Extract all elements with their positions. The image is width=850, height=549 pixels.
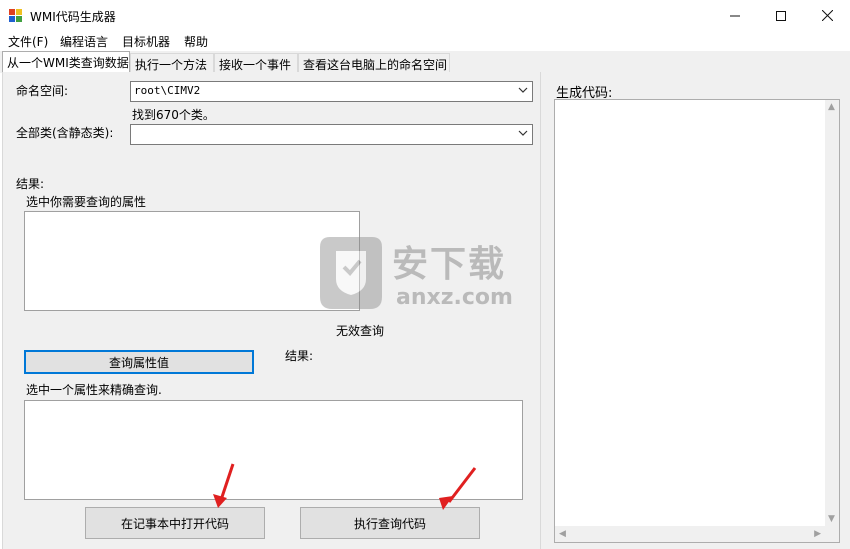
all-classes-combo[interactable] <box>130 124 533 145</box>
annotation-arrow-2 <box>439 467 477 510</box>
select-one-property-label: 选中一个属性来精确查询. <box>26 383 162 397</box>
title-bar: WMI代码生成器 <box>0 0 850 31</box>
select-properties-label: 选中你需要查询的属性 <box>26 195 147 209</box>
menu-language[interactable]: 编程语言 <box>60 33 108 50</box>
tab-query-class[interactable]: 从一个WMI类查询数据 <box>2 51 130 73</box>
invalid-query-text: 无效查询 <box>336 324 385 338</box>
minimize-icon <box>730 15 740 16</box>
results-label: 结果: <box>16 177 45 191</box>
namespace-combo[interactable]: root\CIMV2 <box>130 81 533 102</box>
annotation-arrow-1 <box>213 463 235 508</box>
chevron-down-icon <box>518 130 528 136</box>
maximize-icon <box>776 10 786 21</box>
menu-file[interactable]: 文件(F) <box>8 33 48 50</box>
horizontal-scrollbar[interactable]: ◀ ▶ <box>555 526 825 542</box>
tab-execute-method[interactable]: 执行一个方法 <box>130 53 214 72</box>
scroll-up-icon[interactable]: ▲ <box>828 102 835 112</box>
scroll-right-icon[interactable]: ▶ <box>814 529 821 539</box>
menu-target-machine[interactable]: 目标机器 <box>122 33 170 50</box>
close-icon <box>821 10 833 21</box>
vertical-scrollbar[interactable]: ▲ ▼ <box>825 100 839 526</box>
close-button[interactable] <box>804 0 850 31</box>
code-textarea[interactable] <box>554 99 840 543</box>
menu-bar: 文件(F) 编程语言 目标机器 帮助 <box>0 31 850 51</box>
tab-receive-event[interactable]: 接收一个事件 <box>214 53 298 72</box>
namespace-value: root\CIMV2 <box>134 84 201 97</box>
properties-listbox[interactable] <box>24 211 360 311</box>
watermark: 安下载 anxz.com <box>316 233 546 313</box>
scroll-down-icon[interactable]: ▼ <box>828 514 835 524</box>
minimize-button[interactable] <box>712 0 758 31</box>
scroll-left-icon[interactable]: ◀ <box>559 529 566 539</box>
query-values-button[interactable]: 查询属性值 <box>24 350 254 374</box>
maximize-button[interactable] <box>758 0 804 31</box>
namespace-label: 命名空间: <box>16 84 69 98</box>
menu-help[interactable]: 帮助 <box>184 33 208 50</box>
window-title: WMI代码生成器 <box>30 10 116 24</box>
results-label-2: 结果: <box>285 349 314 363</box>
found-classes-text: 找到670个类。 <box>132 108 215 122</box>
all-classes-label: 全部类(含静态类): <box>16 126 114 140</box>
open-in-notepad-button[interactable]: 在记事本中打开代码 <box>85 507 265 539</box>
scroll-corner <box>825 526 839 542</box>
chevron-down-icon <box>518 87 528 93</box>
watermark-text-en: anxz.com <box>396 285 513 310</box>
app-icon <box>9 9 23 23</box>
tab-namespaces[interactable]: 查看这台电脑上的命名空间 <box>298 53 450 72</box>
watermark-text-cn: 安下载 <box>392 244 507 285</box>
